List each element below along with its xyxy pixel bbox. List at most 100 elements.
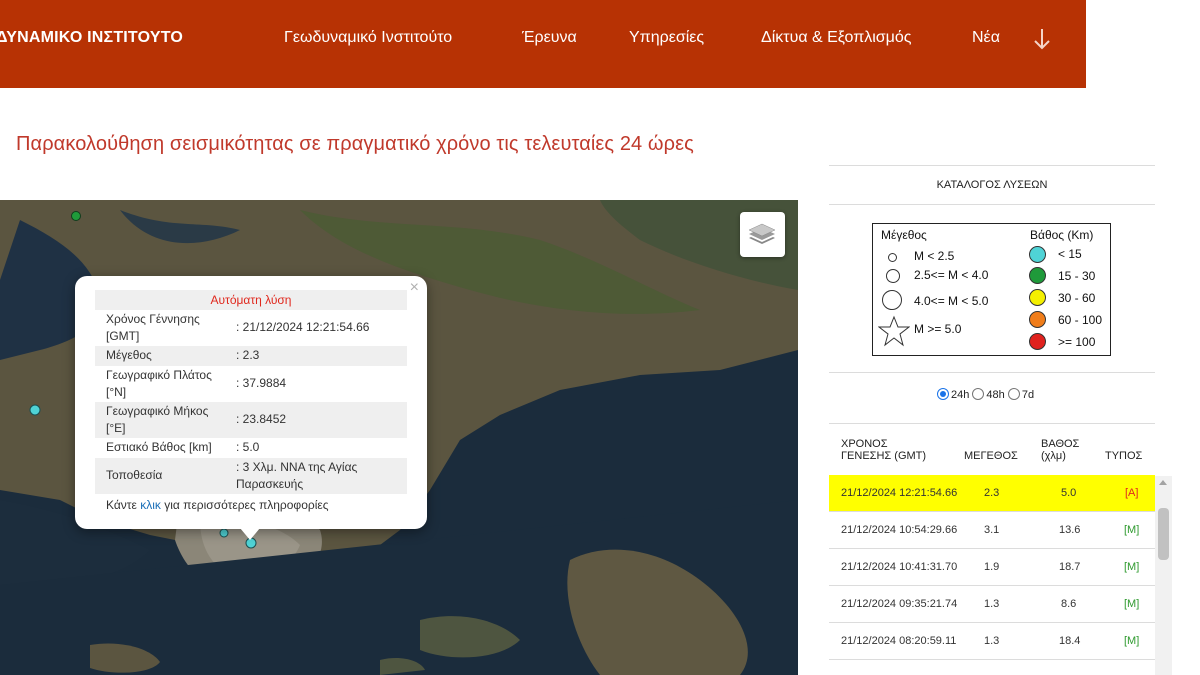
table-scrollbar[interactable] (1155, 476, 1172, 675)
header-text: ΓΕΝΕΣΗΣ (GMT) (841, 450, 927, 462)
period-label: 7d (1021, 389, 1035, 401)
column-header-depth[interactable]: ΒΑΘΟΣ (χλμ) (1041, 438, 1079, 462)
period-radio-48h[interactable] (972, 388, 985, 400)
page-title: Παρακολούθηση σεισμικότητας σε πραγματικ… (16, 133, 694, 155)
close-icon[interactable]: × (410, 279, 419, 297)
magnitude-large-icon (882, 290, 902, 310)
depth-swatch-icon (1029, 311, 1046, 328)
cell-type: [M] (1124, 598, 1140, 610)
popup-value: : 21/12/2024 12:21:54.66 (236, 320, 370, 334)
table-row[interactable]: 21/12/2024 10:41:31.70 1.9 18.7 [M] (829, 549, 1155, 586)
table-row[interactable]: 21/12/2024 08:20:59.11 1.3 18.4 [M] (829, 623, 1155, 660)
legend-depth-label: 30 - 60 (1058, 291, 1096, 305)
popup-row-location: Τοποθεσία : 3 Χλμ. ΝΝΑ της Αγίας Παρασκε… (95, 458, 407, 494)
header-text: (χλμ) (1041, 450, 1066, 462)
popup-value: Παρασκευής (236, 477, 304, 491)
period-selector: 24h 48h 7d (937, 388, 1034, 401)
popup-heading: Αυτόματη λύση (95, 290, 407, 310)
cell-magnitude: 1.3 (984, 598, 1000, 610)
popup-key: [°N] (106, 385, 127, 399)
popup-value: : 2.3 (236, 348, 260, 362)
header-text: ΒΑΘΟΣ (1041, 438, 1080, 450)
depth-swatch-icon (1029, 267, 1046, 284)
cell-depth: 5.0 (1061, 487, 1077, 499)
popup-key: Εστιακό Βάθος [km] (106, 440, 212, 454)
cell-depth: 13.6 (1059, 524, 1081, 536)
legend-depth-label: >= 100 (1058, 335, 1096, 349)
divider (829, 423, 1155, 424)
cell-depth: 18.7 (1059, 561, 1081, 573)
popup-key: [GMT] (106, 329, 140, 343)
magnitude-medium-icon (886, 269, 900, 283)
cell-type: [M] (1124, 635, 1140, 647)
popup-value: : 23.8452 (236, 412, 287, 426)
column-header-type[interactable]: ΤΥΠΟΣ (1105, 450, 1142, 462)
layers-icon (748, 223, 776, 244)
column-header-magnitude[interactable]: ΜΕΓΕΘΟΣ (964, 450, 1018, 462)
cell-magnitude: 3.1 (984, 524, 1000, 536)
period-radio-7d[interactable] (1007, 388, 1020, 400)
table-row[interactable]: 21/12/2024 12:21:54.66 2.3 5.0 [A] (829, 475, 1155, 512)
legend-depth-label: 60 - 100 (1058, 313, 1103, 327)
popup-value: : 37.9884 (236, 376, 287, 390)
popup-key: Χρόνος Γέννησης (106, 312, 200, 326)
cell-time: 21/12/2024 12:21:54.66 (841, 487, 958, 499)
divider (829, 372, 1155, 373)
popup-value: : 5.0 (236, 440, 260, 454)
scroll-thumb[interactable] (1158, 508, 1169, 560)
divider (829, 204, 1155, 205)
popup-key: Γεωγραφικό Πλάτος (106, 368, 212, 382)
legend-magnitude-label: M < 2.5 (914, 249, 955, 263)
cell-time: 21/12/2024 10:41:31.70 (841, 561, 958, 573)
column-header-time[interactable]: ΧΡΟΝΟΣ ΓΕΝΕΣΗΣ (GMT) (841, 438, 926, 462)
period-label: 24h (951, 389, 970, 401)
depth-swatch-icon (1029, 333, 1046, 350)
site-logo[interactable]: ΔΥΝΑΜΙΚΟ ΙΝΣΤΙΤΟΥΤΟ (0, 29, 183, 47)
legend-magnitude-title: Μέγεθος (881, 228, 927, 242)
popup-row-origin-time: Χρόνος Γέννησης [GMT] : 21/12/2024 12:21… (95, 310, 407, 346)
period-radio-24h[interactable] (937, 388, 949, 400)
cell-magnitude: 1.3 (984, 635, 1000, 647)
popup-value: : 3 Χλμ. ΝΝΑ της Αγίας (236, 460, 358, 474)
top-navigation-bar: ΔΥΝΑΜΙΚΟ ΙΝΣΤΙΤΟΥΤΟ Γεωδυναμικό Ινστιτού… (0, 0, 1086, 88)
legend-box: Μέγεθος Βάθος (Km) M < 2.5 2.5<= M < 4.0… (872, 223, 1111, 356)
layers-button[interactable] (740, 212, 785, 257)
cell-type: [M] (1124, 524, 1140, 536)
scroll-up-icon[interactable] (1159, 480, 1167, 485)
legend-depth-title: Βάθος (Km) (1030, 228, 1094, 242)
legend-magnitude-label: M >= 5.0 (914, 322, 962, 336)
depth-swatch-icon (1029, 246, 1046, 263)
legend-magnitude-label: 4.0<= M < 5.0 (914, 294, 989, 308)
popup-row-latitude: Γεωγραφικό Πλάτος [°N] : 37.9884 (95, 366, 407, 402)
arrow-down-icon[interactable] (1032, 26, 1052, 52)
legend-depth-label: 15 - 30 (1058, 269, 1096, 283)
more-info-link[interactable]: κλικ (140, 498, 161, 512)
cell-time: 21/12/2024 10:54:29.66 (841, 524, 958, 536)
event-popup: × Αυτόματη λύση Χρόνος Γέννησης [GMT] : … (75, 276, 427, 529)
table-row[interactable]: 21/12/2024 10:54:29.66 3.1 13.6 [M] (829, 512, 1155, 549)
event-marker[interactable] (71, 211, 81, 221)
event-marker[interactable] (29, 404, 41, 416)
period-label: 48h (986, 389, 1005, 401)
cell-magnitude: 2.3 (984, 487, 1000, 499)
nav-item-research[interactable]: Έρευνα (522, 29, 577, 47)
nav-item-services[interactable]: Υπηρεσίες (629, 29, 704, 47)
popup-row-longitude: Γεωγραφικό Μήκος [°E] : 23.8452 (95, 402, 407, 438)
event-marker[interactable] (219, 528, 229, 538)
magnitude-small-icon (888, 253, 897, 262)
header-text: ΧΡΟΝΟΣ (841, 438, 888, 450)
cell-type: [M] (1124, 561, 1140, 573)
cell-time: 21/12/2024 08:20:59.11 (841, 635, 957, 647)
nav-item-networks-equipment[interactable]: Δίκτυα & Εξοπλισμός (761, 29, 912, 47)
popup-row-magnitude: Μέγεθος : 2.3 (95, 346, 407, 366)
nav-item-geodynamic-institute[interactable]: Γεωδυναμικό Ινστιτούτο (284, 29, 452, 47)
divider (829, 165, 1155, 166)
table-row[interactable]: 21/12/2024 09:35:21.74 1.3 8.6 [M] (829, 586, 1155, 623)
legend-depth-label: < 15 (1058, 247, 1082, 261)
nav-item-news[interactable]: Νέα (972, 29, 1000, 47)
popup-footer-text: Κάντε (106, 498, 141, 512)
legend-magnitude-label: 2.5<= M < 4.0 (914, 268, 989, 282)
popup-pointer (240, 528, 260, 540)
solutions-catalog-title: ΚΑΤΑΛΟΓΟΣ ΛΥΣΕΩΝ (936, 179, 1048, 191)
cell-type: [A] (1125, 487, 1139, 499)
